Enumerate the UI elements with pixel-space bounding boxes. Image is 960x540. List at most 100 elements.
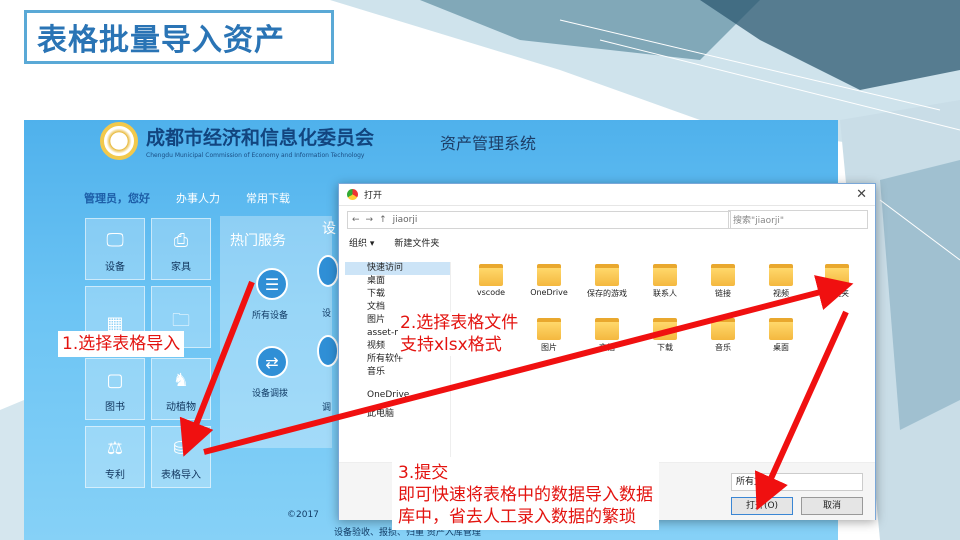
tile-furniture[interactable]: ⎙ 家具 <box>151 218 211 280</box>
file-name: 图片 <box>541 343 557 352</box>
occluded-circle-icon <box>317 255 339 287</box>
file-item[interactable]: 图片 <box>521 318 577 353</box>
nav-pane-item[interactable]: 桌面 <box>345 275 450 288</box>
top-nav: 管理员，您好 办事人力 常用下载 <box>84 190 290 206</box>
nav-pane-item[interactable]: 快速访问 <box>345 262 450 275</box>
file-name: 收藏夹 <box>825 289 849 298</box>
file-name: 文档 <box>599 343 615 352</box>
file-item[interactable]: 音乐 <box>695 318 751 353</box>
nav-pane-item[interactable]: 下载 <box>345 288 450 301</box>
book-icon: ▢ <box>106 369 124 391</box>
tile-patents[interactable]: ⚖ 专利 <box>85 426 145 488</box>
contacts-folder-icon <box>653 264 677 286</box>
onedrive-folder-icon <box>537 264 561 286</box>
tile-label: 动植物 <box>166 402 196 413</box>
tile-label: 设备 <box>105 262 125 273</box>
org-name-en: Chengdu Municipal Commission of Economy … <box>146 152 365 159</box>
file-name: 链接 <box>715 289 731 298</box>
hot-services-panel: 热门服务 ☰ 所有设备 ⇄ 设备调拨 <box>220 216 332 448</box>
tile-label: 家具 <box>171 262 191 273</box>
tile-plants-animals[interactable]: ♞ 动植物 <box>151 358 211 420</box>
system-name: 资产管理系统 <box>440 134 537 153</box>
slide-title: 表格批量导入资产 <box>37 23 285 58</box>
file-item[interactable]: vscode <box>463 264 519 297</box>
callout-step2: 2.选择表格文件 支持xlsx格式 <box>392 310 526 358</box>
forward-arrow-icon[interactable]: → <box>366 215 374 225</box>
file-name: 下载 <box>657 343 673 352</box>
navigation-pane: 快速访问 桌面 下载 文档 图片 asset-manager 视频 所有软件 音… <box>345 262 451 457</box>
hot-services-title: 热门服务 <box>230 233 286 249</box>
hot-item-transfer[interactable]: 设备调拨 <box>252 386 288 399</box>
back-arrow-icon[interactable]: ← <box>352 215 360 225</box>
organize-button[interactable]: 组织 ▾ <box>349 236 374 249</box>
transfer-icon[interactable]: ⇄ <box>256 346 288 378</box>
dialog-toolbar: 组织 ▾ 新建文件夹 <box>349 236 439 249</box>
patent-icon: ⚖ <box>106 437 124 459</box>
search-input[interactable]: 搜索"jiaorji" <box>728 210 868 229</box>
game-folder-icon <box>595 264 619 286</box>
printer-icon: ⎙ <box>173 229 189 251</box>
address-bar[interactable]: ← → ↑ jiaorji <box>347 211 731 229</box>
step3-line1: 3.提交 <box>398 463 449 483</box>
callout-step3: 3.提交 即可快速将表格中的数据导入数据 库中，省去人工录入数据的繁琐 <box>392 460 659 530</box>
occluded-text-fragment: 设 <box>322 309 332 319</box>
links-folder-icon <box>711 264 735 286</box>
tile-label: 图书 <box>105 402 125 413</box>
up-arrow-icon[interactable]: ↑ <box>379 215 387 225</box>
hot-item-all-equipment[interactable]: 所有设备 <box>252 308 288 321</box>
occluded-circle-icon <box>317 335 339 367</box>
tile-books[interactable]: ▢ 图书 <box>85 358 145 420</box>
slide-title-box: 表格批量导入资产 <box>24 10 334 64</box>
nav-office[interactable]: 办事人力 <box>176 190 220 206</box>
address-path: jiaorji <box>392 215 418 225</box>
deer-icon: ♞ <box>172 369 190 391</box>
file-name: 音乐 <box>715 343 731 352</box>
folder-icon <box>479 264 503 286</box>
favorites-folder-icon <box>825 264 849 286</box>
file-type-select[interactable]: 所有文 <box>731 473 863 491</box>
download-folder-icon <box>653 318 677 340</box>
tile-table-import[interactable]: ⛁ 表格导入 <box>151 426 211 488</box>
video-folder-icon <box>769 264 793 286</box>
tile-equipment[interactable]: 🖵 设备 <box>85 218 145 280</box>
new-folder-button[interactable]: 新建文件夹 <box>394 236 439 249</box>
step1-text: 1.选择表格导入 <box>62 334 181 354</box>
file-item[interactable]: 保存的游戏 <box>579 264 635 299</box>
file-item[interactable]: 链接 <box>695 264 751 299</box>
file-item[interactable]: 收藏夹 <box>809 264 865 299</box>
occluded-text-fragment: 调 <box>322 403 332 413</box>
file-item[interactable]: 视频 <box>753 264 809 299</box>
file-name: 视频 <box>773 289 789 298</box>
nav-downloads[interactable]: 常用下载 <box>246 190 290 206</box>
step3-line3: 库中，省去人工录入数据的繁琐 <box>398 507 636 527</box>
step2-line2: 支持xlsx格式 <box>398 334 521 356</box>
file-item[interactable]: 联系人 <box>637 264 693 299</box>
close-icon[interactable]: ✕ <box>856 187 867 202</box>
file-item[interactable]: 下载 <box>637 318 693 353</box>
music-folder-icon <box>711 318 735 340</box>
open-button[interactable]: 打开(O) <box>731 497 793 515</box>
documents-folder-icon <box>595 318 619 340</box>
cancel-button[interactable]: 取消 <box>801 497 863 515</box>
nav-pane-item[interactable]: 此电脑 <box>345 408 450 421</box>
nav-pane-item[interactable]: 音乐 <box>345 366 450 379</box>
file-item[interactable]: 文档 <box>579 318 635 353</box>
pictures-folder-icon <box>537 318 561 340</box>
chrome-icon <box>347 189 358 200</box>
file-name: vscode <box>476 288 506 297</box>
callout-step1: 1.选择表格导入 <box>58 331 185 357</box>
org-logo-icon <box>100 122 138 160</box>
nav-pane-item[interactable]: OneDrive <box>345 389 450 402</box>
list-icon[interactable]: ☰ <box>256 268 288 300</box>
desktop-folder-icon <box>769 318 793 340</box>
file-name: 保存的游戏 <box>587 289 627 298</box>
file-name: 联系人 <box>653 289 677 298</box>
table-import-icon: ⛁ <box>173 437 189 459</box>
occluded-text-fragment: 设 <box>322 221 336 237</box>
tile-label: 表格导入 <box>161 470 201 481</box>
monitor-icon: 🖵 <box>106 229 124 251</box>
nav-greeting[interactable]: 管理员，您好 <box>84 190 150 206</box>
file-item[interactable]: 桌面 <box>753 318 809 353</box>
file-item[interactable]: OneDrive <box>521 264 577 297</box>
tile-label: 专利 <box>105 470 125 481</box>
